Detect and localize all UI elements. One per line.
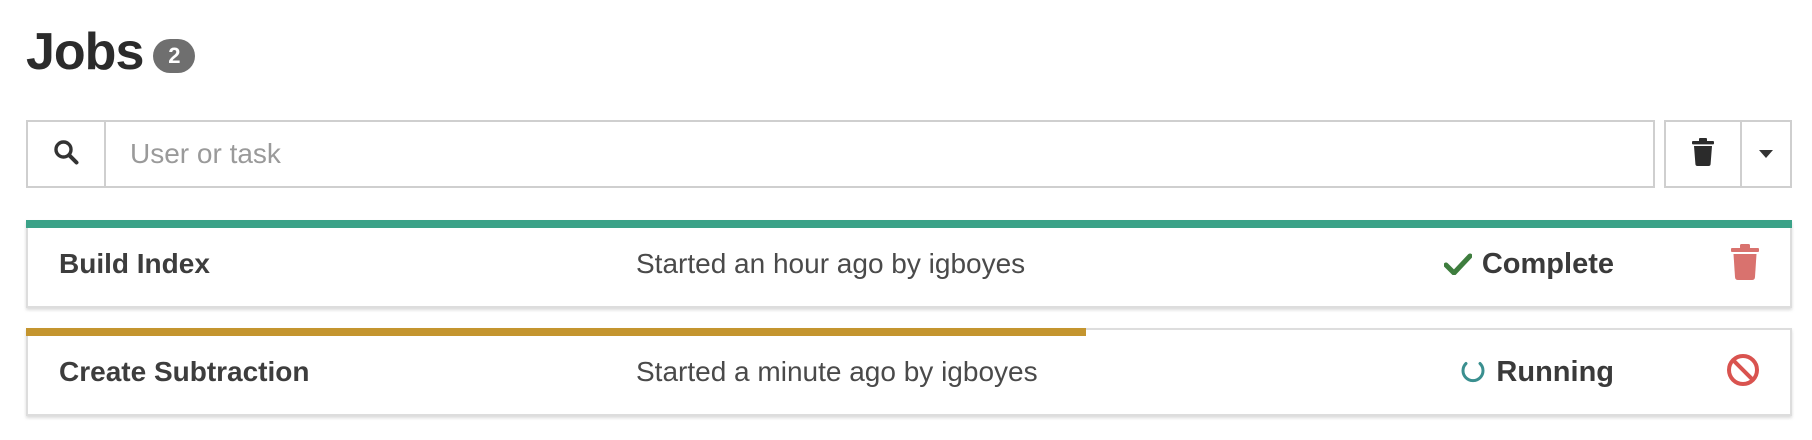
job-item-build-index[interactable]: Build Index Started an hour ago by igboy…	[26, 220, 1792, 308]
cancel-job-button[interactable]	[1726, 330, 1760, 414]
job-name: Build Index	[59, 248, 210, 279]
clear-jobs-button-group	[1664, 120, 1792, 188]
caret-down-icon	[1759, 145, 1773, 163]
trash-icon	[1691, 137, 1715, 171]
job-meta: Started an hour ago by igboyes	[636, 248, 1026, 279]
job-count-badge: 2	[153, 39, 196, 73]
jobs-toolbar	[26, 120, 1792, 188]
page-header: Jobs 2	[26, 22, 196, 82]
clear-options-dropdown[interactable]	[1740, 122, 1790, 186]
job-status-label: Complete	[1481, 247, 1614, 280]
spinner-icon	[1460, 359, 1486, 385]
page-title: Jobs	[26, 23, 144, 81]
job-status: Running	[1460, 330, 1614, 414]
job-status: Complete	[1443, 222, 1614, 306]
search-input[interactable]	[106, 122, 1653, 186]
job-meta: Started a minute ago by igboyes	[636, 356, 1038, 387]
search-addon	[28, 122, 106, 186]
check-icon	[1443, 253, 1472, 275]
trash-icon	[1730, 243, 1760, 285]
remove-job-button[interactable]	[1730, 222, 1760, 306]
search-icon	[53, 139, 79, 170]
search-group	[26, 120, 1655, 188]
job-name: Create Subtraction	[59, 356, 310, 387]
cancel-icon	[1726, 353, 1760, 392]
clear-jobs-button[interactable]	[1666, 122, 1740, 186]
job-status-label: Running	[1496, 355, 1614, 388]
job-item-create-subtraction[interactable]: Create Subtraction Started a minute ago …	[26, 328, 1792, 416]
